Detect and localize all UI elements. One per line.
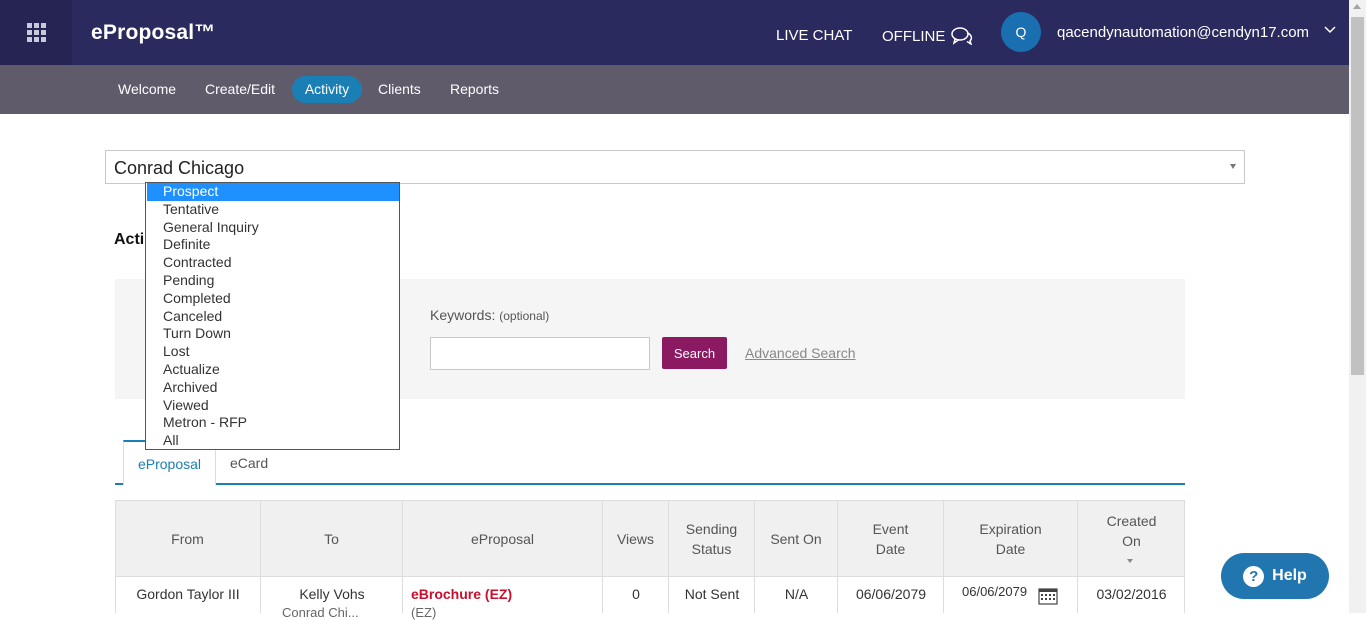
status-option-archived[interactable]: Archived — [147, 379, 399, 397]
hotel-select-value: Conrad Chicago — [114, 158, 245, 178]
nav-item-reports[interactable]: Reports — [440, 76, 509, 103]
section-title: Acti — [114, 231, 145, 248]
status-option-tentative[interactable]: Tentative — [147, 201, 399, 219]
cell-created-on: 03/02/2016 — [1096, 586, 1167, 602]
help-button[interactable]: ? Help — [1221, 553, 1329, 599]
search-button[interactable]: Search — [662, 337, 727, 369]
help-label: Help — [1272, 567, 1307, 584]
status-option-turn-down[interactable]: Turn Down — [147, 325, 399, 343]
status-option-definite[interactable]: Definite — [147, 236, 399, 254]
status-option-canceled[interactable]: Canceled — [147, 308, 399, 326]
scrollbar-thumb[interactable] — [1351, 17, 1364, 375]
cell-sent-on: N/A — [784, 586, 809, 602]
status-dropdown-list[interactable]: Prospect Tentative General Inquiry Defin… — [145, 182, 400, 450]
tab-ecard[interactable]: eCard — [230, 455, 268, 471]
column-header-eproposal[interactable]: eProposal — [403, 500, 603, 577]
column-header-to[interactable]: To — [261, 500, 403, 577]
nav-item-clients[interactable]: Clients — [368, 76, 431, 103]
tabs-underline — [115, 483, 1185, 485]
column-header-sending-status[interactable]: Sending Status — [669, 500, 755, 577]
offline-status[interactable]: OFFLINE — [882, 27, 973, 45]
cell-event-date: 06/06/2079 — [855, 586, 927, 602]
keywords-label: Keywords: (optional) — [430, 307, 549, 323]
offline-label: OFFLINE — [882, 27, 946, 45]
nav-item-create-edit[interactable]: Create/Edit — [195, 76, 285, 103]
cell-eproposal-link[interactable]: eBrochure (EZ) — [411, 586, 512, 602]
brand-logo: eProposal™ — [91, 21, 216, 44]
sort-descending-icon[interactable] — [1127, 559, 1133, 563]
column-header-created-on[interactable]: Created On — [1078, 500, 1185, 577]
column-header-sent-on[interactable]: Sent On — [755, 500, 838, 577]
keywords-input[interactable] — [430, 337, 650, 370]
hotel-select[interactable]: Conrad Chicago — [105, 150, 1245, 184]
status-option-actualize[interactable]: Actualize — [147, 361, 399, 379]
cell-sending-status: Not Sent — [684, 586, 740, 602]
apps-grid-icon — [26, 23, 46, 42]
column-header-event-date[interactable]: Event Date — [838, 500, 944, 577]
advanced-search-link[interactable]: Advanced Search — [745, 345, 856, 361]
status-option-lost[interactable]: Lost — [147, 343, 399, 361]
keywords-label-text: Keywords: — [430, 307, 496, 323]
calendar-icon[interactable] — [1038, 587, 1058, 605]
status-option-completed[interactable]: Completed — [147, 290, 399, 308]
status-option-all[interactable]: All — [147, 432, 399, 450]
live-chat-link[interactable]: LIVE CHAT — [776, 27, 852, 44]
chat-bubbles-icon — [951, 27, 973, 45]
status-option-metron-rfp[interactable]: Metron - RFP — [147, 414, 399, 432]
nav-item-welcome[interactable]: Welcome — [108, 76, 186, 103]
cell-to: Kelly Vohs — [299, 586, 365, 602]
scroll-up-arrow-icon[interactable] — [1353, 4, 1361, 9]
cell-from: Gordon Taylor III — [136, 586, 240, 602]
user-email[interactable]: qacendynautomation@cendyn17.com — [1057, 24, 1309, 41]
column-header-from[interactable]: From — [115, 500, 261, 577]
status-option-pending[interactable]: Pending — [147, 272, 399, 290]
status-option-viewed[interactable]: Viewed — [147, 397, 399, 415]
cell-expiration-date[interactable]: 06/06/2079 — [962, 584, 1027, 599]
status-option-general-inquiry[interactable]: General Inquiry — [147, 219, 399, 237]
status-option-contracted[interactable]: Contracted — [147, 254, 399, 272]
column-header-expiration-date[interactable]: Expiration Date — [944, 500, 1078, 577]
nav-item-activity[interactable]: Activity — [292, 76, 362, 103]
question-icon: ? — [1243, 565, 1265, 587]
column-header-views[interactable]: Views — [603, 500, 669, 577]
apps-menu-button[interactable] — [0, 0, 72, 65]
keywords-optional-text: (optional) — [499, 309, 550, 323]
avatar[interactable]: Q — [1001, 12, 1041, 52]
select-arrow-icon — [1230, 164, 1236, 169]
status-option-prospect[interactable]: Prospect — [147, 183, 399, 201]
cell-views: 0 — [632, 586, 640, 602]
chevron-down-icon[interactable] — [1324, 26, 1336, 34]
